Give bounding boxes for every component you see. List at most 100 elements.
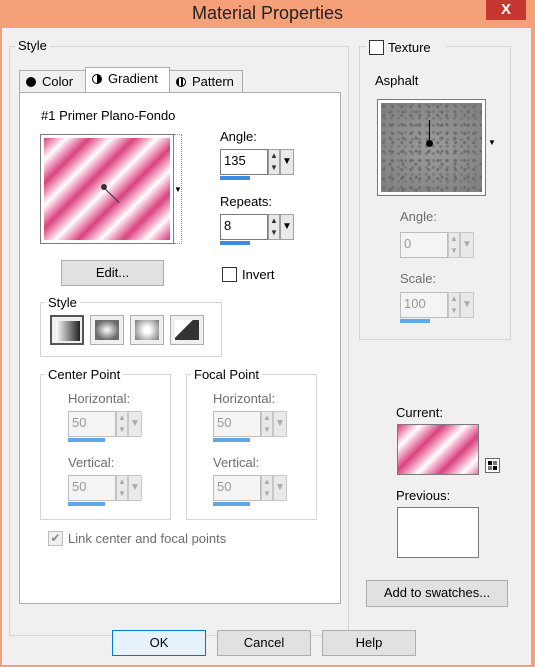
texture-angle-input[interactable]: 0 bbox=[400, 232, 448, 258]
invert-label: Invert bbox=[242, 267, 275, 282]
texture-scale-dropdown-icon[interactable]: ▼ bbox=[460, 292, 474, 318]
repeats-input[interactable]: 8 bbox=[220, 214, 268, 240]
repeats-bar[interactable] bbox=[220, 241, 250, 245]
texture-angle-label: Angle: bbox=[400, 209, 437, 224]
linear-style-button[interactable] bbox=[50, 315, 84, 345]
focal-vertical-dropdown-icon[interactable]: ▼ bbox=[273, 475, 287, 501]
center-horizontal-spin[interactable]: 50 ▲ ▼ ▼ bbox=[68, 411, 143, 443]
focal-vertical-input[interactable]: 50 bbox=[213, 475, 261, 501]
focal-horizontal-stepper-icon[interactable]: ▲ ▼ bbox=[261, 411, 273, 437]
texture-scale-bar[interactable] bbox=[400, 319, 430, 323]
texture-preview[interactable] bbox=[377, 99, 486, 196]
focal-horizontal-label: Horizontal: bbox=[213, 391, 276, 406]
asphalt-texture-swatch bbox=[381, 103, 482, 192]
gradient-preview[interactable] bbox=[40, 134, 174, 244]
focal-vertical-stepper-icon[interactable]: ▲ ▼ bbox=[261, 475, 273, 501]
dialog-body: Style Color Gradient Pattern #1 Primer P… bbox=[2, 28, 531, 665]
add-to-swatches-button[interactable]: Add to swatches... bbox=[366, 580, 508, 607]
texture-scale-input[interactable]: 100 bbox=[400, 292, 448, 318]
cancel-button[interactable]: Cancel bbox=[217, 630, 311, 656]
center-vertical-input[interactable]: 50 bbox=[68, 475, 116, 501]
center-point-label: Center Point bbox=[45, 367, 124, 382]
texture-dropdown-arrow-icon[interactable]: ▼ bbox=[488, 138, 496, 147]
texture-name: Asphalt bbox=[375, 73, 419, 88]
rectangular-gradient-icon bbox=[95, 320, 119, 340]
center-vertical-spin[interactable]: 50 ▲ ▼ ▼ bbox=[68, 475, 143, 507]
angle-bar[interactable] bbox=[220, 176, 250, 180]
title-bar: Material Properties X bbox=[0, 0, 535, 28]
gradient-name: #1 Primer Plano-Fondo bbox=[41, 108, 176, 123]
gradient-dropdown-arrow-icon[interactable]: ▼ bbox=[174, 134, 182, 244]
previous-material-swatch[interactable] bbox=[397, 507, 479, 558]
filled-circle-icon bbox=[26, 77, 36, 87]
help-button[interactable]: Help bbox=[322, 630, 416, 656]
style-type-label: Style bbox=[45, 295, 80, 310]
edit-button[interactable]: Edit... bbox=[61, 260, 164, 286]
texture-checkbox[interactable] bbox=[369, 40, 384, 55]
center-horizontal-dropdown-icon[interactable]: ▼ bbox=[128, 411, 142, 437]
center-horizontal-bar[interactable] bbox=[68, 438, 105, 442]
tab-color-label: Color bbox=[42, 74, 74, 89]
texture-center-handle[interactable] bbox=[426, 140, 433, 147]
center-horizontal-label: Horizontal: bbox=[68, 391, 131, 406]
half-circle-icon bbox=[92, 74, 102, 84]
swap-grid-icon[interactable] bbox=[485, 458, 500, 473]
checkmark-icon: ✔ bbox=[50, 531, 61, 545]
focal-point-label: Focal Point bbox=[191, 367, 263, 382]
texture-angle-spin[interactable]: 0 ▲ ▼ ▼ bbox=[400, 232, 475, 264]
radial-style-button[interactable] bbox=[170, 315, 204, 345]
focal-horizontal-spin[interactable]: 50 ▲ ▼ ▼ bbox=[213, 411, 288, 443]
center-vertical-dropdown-icon[interactable]: ▼ bbox=[128, 475, 142, 501]
rectangular-style-button[interactable] bbox=[90, 315, 124, 345]
invert-checkbox[interactable] bbox=[222, 267, 237, 282]
tab-color[interactable]: Color bbox=[19, 70, 86, 94]
previous-label: Previous: bbox=[396, 488, 451, 503]
radial-gradient-icon bbox=[175, 320, 199, 340]
angle-input[interactable]: 135 bbox=[220, 149, 268, 175]
texture-scale-spin[interactable]: 100 ▲ ▼ ▼ bbox=[400, 292, 475, 324]
texture-angle-handle[interactable] bbox=[429, 120, 430, 142]
angle-dropdown-icon[interactable]: ▼ bbox=[280, 149, 294, 175]
angle-stepper-icon[interactable]: ▲ ▼ bbox=[268, 149, 280, 175]
grid-cell-1 bbox=[488, 461, 492, 465]
texture-angle-stepper-icon[interactable]: ▲ ▼ bbox=[448, 232, 460, 258]
tab-pattern[interactable]: Pattern bbox=[169, 70, 243, 94]
grid-cell-4 bbox=[488, 466, 492, 470]
center-vertical-label: Vertical: bbox=[68, 455, 115, 470]
gradient-tab-panel: #1 Primer Plano-Fondo ▼ Angle: 135 ▲ ▼ ▼ … bbox=[19, 92, 341, 604]
repeats-spin[interactable]: 8 ▲ ▼ ▼ bbox=[220, 214, 295, 246]
repeats-dropdown-icon[interactable]: ▼ bbox=[280, 214, 294, 240]
texture-angle-dropdown-icon[interactable]: ▼ bbox=[460, 232, 474, 258]
focal-horizontal-dropdown-icon[interactable]: ▼ bbox=[273, 411, 287, 437]
current-material-swatch[interactable] bbox=[397, 424, 479, 475]
texture-label: Texture bbox=[388, 40, 431, 55]
focal-horizontal-bar[interactable] bbox=[213, 438, 250, 442]
center-horizontal-input[interactable]: 50 bbox=[68, 411, 116, 437]
window-title: Material Properties bbox=[191, 3, 344, 23]
center-vertical-stepper-icon[interactable]: ▲ ▼ bbox=[116, 475, 128, 501]
repeats-label: Repeats: bbox=[220, 194, 273, 209]
grid-cell-2 bbox=[493, 466, 497, 470]
link-points-label: Link center and focal points bbox=[68, 531, 227, 546]
tab-gradient-label: Gradient bbox=[108, 71, 158, 86]
link-points-checkbox[interactable]: ✔ bbox=[48, 531, 63, 546]
close-button[interactable]: X bbox=[486, 0, 526, 20]
center-horizontal-stepper-icon[interactable]: ▲ ▼ bbox=[116, 411, 128, 437]
focal-horizontal-input[interactable]: 50 bbox=[213, 411, 261, 437]
style-type-buttons bbox=[50, 315, 210, 345]
repeats-stepper-icon[interactable]: ▲ ▼ bbox=[268, 214, 280, 240]
angle-spin[interactable]: 135 ▲ ▼ ▼ bbox=[220, 149, 295, 181]
sunburst-style-button[interactable] bbox=[130, 315, 164, 345]
tab-pattern-label: Pattern bbox=[192, 74, 234, 89]
pattern-icon bbox=[176, 77, 186, 87]
angle-label: Angle: bbox=[220, 129, 257, 144]
texture-scale-stepper-icon[interactable]: ▲ ▼ bbox=[448, 292, 460, 318]
tab-gradient[interactable]: Gradient bbox=[85, 67, 170, 92]
center-vertical-bar[interactable] bbox=[68, 502, 105, 506]
focal-vertical-bar[interactable] bbox=[213, 502, 250, 506]
sunburst-gradient-icon bbox=[135, 320, 159, 340]
style-group-label: Style bbox=[15, 38, 50, 53]
ok-button[interactable]: OK bbox=[112, 630, 206, 656]
focal-vertical-spin[interactable]: 50 ▲ ▼ ▼ bbox=[213, 475, 288, 507]
grid-cell-3 bbox=[493, 461, 497, 465]
